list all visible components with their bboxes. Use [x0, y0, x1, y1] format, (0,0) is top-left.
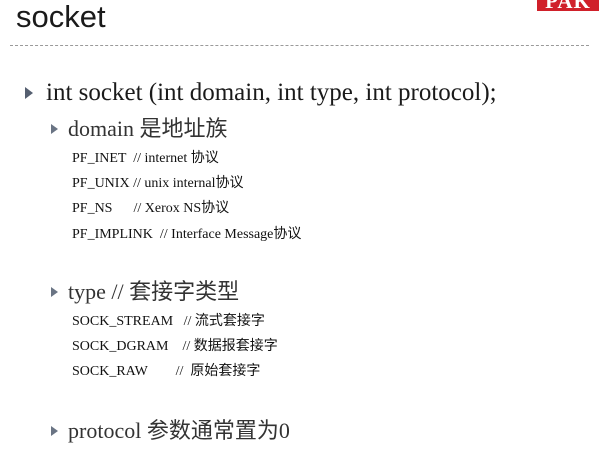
title-divider — [10, 45, 589, 46]
type-line: SOCK_STREAM // 流式套接字 — [72, 314, 265, 329]
type-heading: type // 套接字类型 — [68, 279, 240, 304]
bullet-triangle-icon — [51, 124, 58, 134]
domain-line: PF_INET // internet 协议 — [72, 151, 219, 166]
logo-text: PAK — [537, 0, 599, 11]
main-bullet-text: int socket (int domain, int type, int pr… — [46, 79, 497, 106]
type-line: SOCK_RAW // 原始套接字 — [72, 364, 261, 379]
slide-title: socket — [16, 0, 106, 34]
domain-line: PF_NS // Xerox NS协议 — [72, 201, 230, 216]
type-line: SOCK_DGRAM // 数据报套接字 — [72, 339, 278, 354]
domain-heading: domain 是地址族 — [68, 116, 228, 141]
bullet-triangle-icon — [51, 287, 58, 297]
brand-logo: PAK — [537, 0, 599, 11]
domain-line: PF_IMPLINK // Interface Message协议 — [72, 227, 302, 242]
bullet-triangle-icon — [25, 87, 33, 99]
protocol-heading: protocol 参数通常置为0 — [68, 418, 290, 443]
domain-line: PF_UNIX // unix internal协议 — [72, 176, 244, 191]
bullet-triangle-icon — [51, 426, 58, 436]
